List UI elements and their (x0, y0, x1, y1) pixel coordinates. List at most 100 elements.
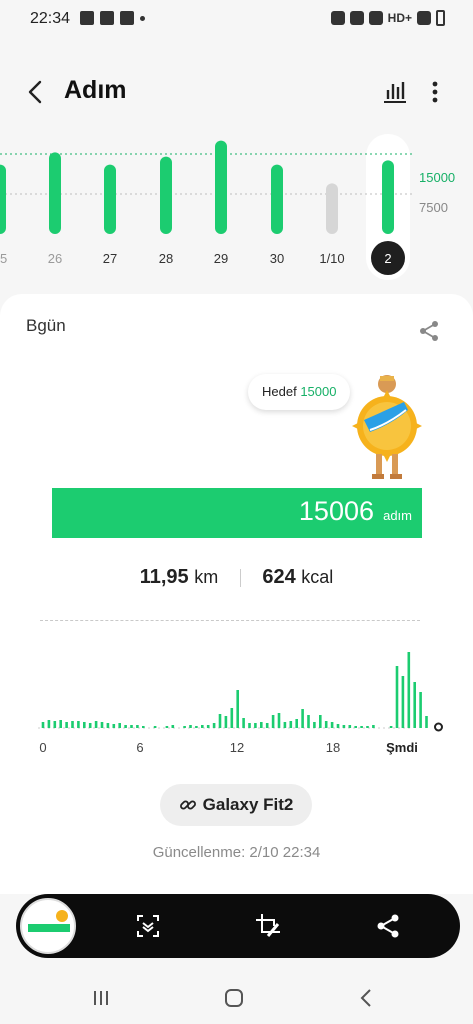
calories-value: 624 (262, 566, 296, 588)
hourly-bar (260, 722, 263, 728)
hourly-bar (47, 720, 51, 728)
hourly-steps-chart: 0 6 12 18 Şmdi (38, 652, 443, 755)
hourly-bar (195, 726, 198, 728)
weekly-day-label: 26 (48, 251, 62, 266)
weekly-day-label: 28 (159, 251, 173, 266)
hourly-bar (118, 723, 121, 728)
hourly-bar (112, 724, 116, 728)
mascot-illustration (352, 375, 422, 479)
half-goal-gridline-label: 7500 (419, 200, 448, 215)
hourly-bar (130, 725, 133, 728)
home-icon[interactable] (224, 988, 244, 1008)
steps-progress-bar: 15006 adım (52, 488, 422, 538)
recent-apps-icon[interactable] (92, 990, 110, 1006)
hourly-bar (413, 682, 416, 728)
gallery-icon (80, 11, 94, 25)
hourly-bar (230, 708, 234, 728)
bar-chart-icon[interactable] (382, 78, 408, 104)
device-button[interactable]: Galaxy Fit2 (160, 784, 312, 826)
hourly-bar (236, 690, 239, 728)
hourly-bar (242, 718, 245, 728)
steps-value: 15006 (298, 496, 374, 526)
hourly-bar (395, 666, 399, 728)
hourly-bar (301, 709, 304, 728)
hourly-bar (59, 720, 62, 728)
wifi-icon (368, 11, 383, 25)
hourly-bar (330, 722, 334, 728)
day-summary-card: Bgün Hedef 15000 15006 adım 11,95 km 624… (0, 294, 473, 894)
hourly-bar (124, 725, 127, 728)
goal-value: 15000 (300, 384, 337, 399)
hourly-bar (319, 715, 322, 728)
share-icon[interactable] (374, 912, 402, 940)
page-title: Adım (64, 76, 127, 104)
screenshot-toolbar (16, 894, 460, 958)
goal-prefix: Hedef (262, 384, 297, 399)
weekly-day-label: 25 (0, 251, 7, 266)
weekly-day-label: 2 (384, 251, 391, 266)
hourly-bar (307, 715, 310, 728)
signal-icon (417, 11, 431, 25)
weekly-day-label: 29 (214, 251, 228, 266)
crop-edit-icon[interactable] (254, 912, 282, 940)
back-icon[interactable] (358, 988, 374, 1008)
hourly-bar (106, 723, 110, 728)
location-icon (349, 11, 364, 25)
weekly-day-label: 27 (103, 251, 117, 266)
weekly-bar (104, 164, 116, 234)
notification-icon (100, 11, 114, 25)
hourly-bar (401, 676, 405, 728)
hourly-bar (189, 725, 192, 728)
weekly-bar (271, 164, 283, 234)
hourly-x-label: 0 (39, 740, 46, 755)
hourly-x-label: 18 (326, 740, 340, 755)
hourly-bar (354, 726, 357, 728)
status-bar: 22:34 HD+ (0, 0, 473, 38)
hourly-bar (212, 723, 216, 728)
hourly-bar (425, 716, 428, 728)
thumbnail-bar (28, 924, 70, 932)
hourly-bar (419, 692, 422, 728)
hourly-bar (53, 721, 57, 728)
weekly-bar (326, 183, 338, 234)
hourly-bar (165, 726, 169, 728)
hourly-bar (342, 725, 346, 728)
alarm-icon (330, 11, 345, 25)
hourly-bar (277, 713, 281, 728)
hourly-bar (136, 725, 139, 728)
hourly-x-label: 12 (230, 740, 244, 755)
hourly-x-label: 6 (136, 740, 143, 755)
expand-capture-icon[interactable] (134, 912, 162, 940)
hourly-bar (77, 721, 80, 728)
activity-stats: 11,95 km 624 kcal (0, 566, 473, 589)
hourly-bar (88, 723, 92, 728)
chevron-left-icon[interactable] (22, 78, 50, 106)
dot-icon (140, 15, 145, 21)
weekly-chart-svg: 25 26 27 28 29 30 1/10 2 (0, 134, 412, 280)
hourly-bar (254, 723, 257, 728)
hourly-bar (224, 716, 228, 728)
hourly-bar (201, 725, 204, 728)
weekly-bar (382, 160, 394, 234)
hourly-bar (295, 719, 298, 728)
hourly-bar (289, 721, 293, 728)
share-icon[interactable] (418, 320, 440, 342)
hourly-bar (336, 724, 340, 728)
hourly-bar (41, 722, 45, 728)
battery-icon (436, 10, 445, 26)
screenshot-thumbnail[interactable] (20, 898, 76, 954)
hourly-bar (372, 725, 375, 728)
current-time-marker (434, 722, 443, 732)
weekly-day-label: 30 (270, 251, 284, 266)
youtube-icon (120, 11, 134, 25)
hourly-bar (366, 726, 369, 728)
weekly-bar (215, 140, 227, 234)
weekly-bar (0, 164, 6, 234)
hourly-bar (348, 725, 352, 728)
weekly-day-label: 1/10 (319, 251, 344, 266)
more-vertical-icon[interactable] (424, 78, 446, 106)
hourly-bar (171, 725, 175, 728)
hourly-bar (94, 721, 98, 728)
distance-value: 11,95 (139, 566, 189, 588)
hourly-bar (313, 722, 316, 728)
